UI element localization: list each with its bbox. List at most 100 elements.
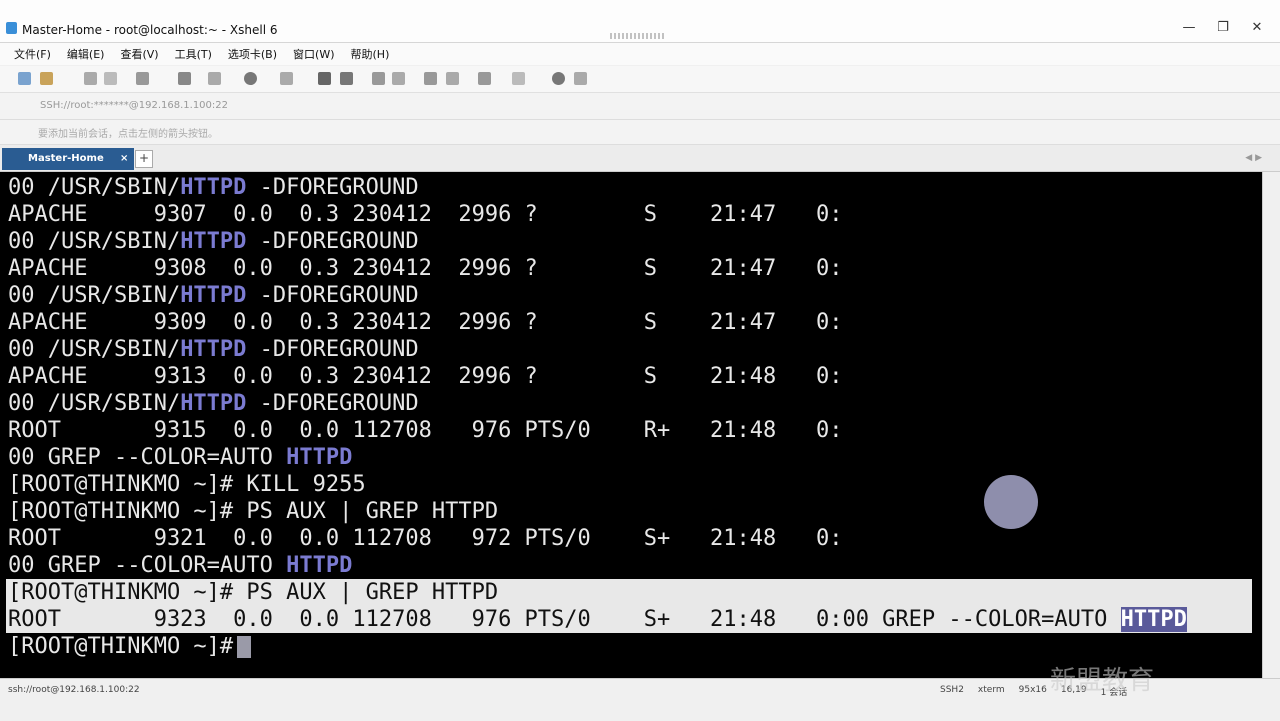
help-icon[interactable] (552, 72, 565, 85)
shell-prompt: [ROOT@THINKMO ~]# (8, 634, 234, 659)
transfer-icon[interactable] (340, 72, 353, 85)
tab-close-icon[interactable]: × (120, 153, 128, 164)
terminal-scrollbar[interactable] (1262, 172, 1280, 678)
tip-text: 要添加当前会话，点击左侧的箭头按钮。 (38, 129, 218, 140)
connect-icon[interactable] (84, 72, 97, 85)
font-icon[interactable] (280, 72, 293, 85)
xshell-app-icon (6, 22, 17, 34)
terminal-text: [ROOT@THINKMO ~]# PS AUX | GREP HTTPD (8, 580, 499, 605)
terminal-text: 00 /USR/SBIN/ (8, 283, 181, 308)
terminal-text: -DFOREGROUND (246, 391, 419, 416)
terminal-text: 00 GREP --COLOR=AUTO (8, 445, 287, 470)
terminal-output[interactable]: 00 /USR/SBIN/HTTPD -DFOREGROUND APACHE 93… (0, 172, 1262, 678)
terminal-text: [ROOT@THINKMO ~]# PS AUX | GREP HTTPD (8, 499, 499, 524)
lock-icon[interactable] (392, 72, 405, 85)
grep-match: HTTPD (180, 391, 247, 416)
tab-label: Master-Home (28, 153, 104, 164)
grep-match: HTTPD (180, 175, 247, 200)
terminal-line: ROOT 9321 0.0 0.0 112708 972 PTS/0 S+ 21… (8, 525, 842, 552)
terminal-prompt-line[interactable]: [ROOT@THINKMO ~]# (8, 633, 252, 660)
terminal-text: 00 /USR/SBIN/ (8, 175, 181, 200)
grep-match: HTTPD (180, 337, 247, 362)
grep-match: HTTPD (286, 553, 353, 578)
terminal-text: 00 /USR/SBIN/ (8, 391, 181, 416)
address-text[interactable]: SSH://root:*******@192.168.1.100:22 (40, 100, 228, 111)
terminal-text: 00 /USR/SBIN/ (8, 337, 181, 362)
terminal-text: APACHE 9308 0.0 0.3 230412 2996 ? S 21:4… (8, 256, 843, 281)
terminal-line: 00 /USR/SBIN/HTTPD -DFOREGROUND (8, 174, 419, 201)
status-size: 95x16 (1018, 685, 1047, 695)
chat-icon[interactable] (574, 72, 587, 85)
terminal-line: 00 /USR/SBIN/HTTPD -DFOREGROUND (8, 228, 419, 255)
new-session-icon[interactable] (18, 72, 31, 85)
terminal-text: [ROOT@THINKMO ~]# KILL 9255 (8, 472, 366, 497)
terminal-line: ROOT 9315 0.0 0.0 112708 976 PTS/0 R+ 21… (8, 417, 842, 444)
watermark-text: 新盟教育 (1050, 666, 1155, 696)
title-grip-handle[interactable] (610, 33, 664, 39)
terminal-line: 00 /USR/SBIN/HTTPD -DFOREGROUND (8, 282, 419, 309)
terminal-text: 00 /USR/SBIN/ (8, 229, 181, 254)
terminal-line: APACHE 9309 0.0 0.3 230412 2996 ? S 21:4… (8, 309, 842, 336)
menu-view[interactable]: 查看(V) (120, 46, 158, 62)
terminal-text: -DFOREGROUND (246, 175, 419, 200)
grep-match: HTTPD (180, 283, 247, 308)
window-controls: — ❐ ✕ (1172, 20, 1274, 35)
terminal-text: ROOT 9315 0.0 0.0 112708 976 PTS/0 R+ 21… (8, 418, 843, 443)
tab-bar: Master-Home × + ◀ ▶ (0, 145, 1280, 172)
globe-icon[interactable] (244, 72, 257, 85)
menu-file[interactable]: 文件(F) (14, 46, 51, 62)
terminal-line-selected: [ROOT@THINKMO ~]# PS AUX | GREP HTTPD (6, 579, 1252, 606)
script-icon[interactable] (446, 72, 459, 85)
disconnect-icon[interactable] (104, 72, 117, 85)
status-terminal-type: xterm (977, 685, 1005, 695)
terminal-line: [ROOT@THINKMO ~]# PS AUX | GREP HTTPD (8, 498, 498, 525)
fullscreen-icon[interactable] (372, 72, 385, 85)
terminal-line: 00 GREP --COLOR=AUTO HTTPD (8, 552, 352, 579)
terminal-cursor (237, 636, 252, 658)
grep-match: HTTPD (1120, 607, 1187, 632)
terminal-line: APACHE 9307 0.0 0.3 230412 2996 ? S 21:4… (8, 201, 842, 228)
terminal-text: APACHE 9307 0.0 0.3 230412 2996 ? S 21:4… (8, 202, 843, 227)
terminal-text: 00 GREP --COLOR=AUTO (8, 553, 287, 578)
tab-nav-arrows[interactable]: ◀ ▶ (1245, 153, 1262, 163)
layout-icon[interactable] (512, 72, 525, 85)
terminal-line-selected: ROOT 9323 0.0 0.0 112708 976 PTS/0 S+ 21… (6, 606, 1252, 633)
open-folder-icon[interactable] (40, 72, 53, 85)
title-bar: Master-Home - root@localhost:~ - Xshell … (0, 0, 1280, 43)
menu-tabs[interactable]: 选项卡(B) (228, 46, 277, 62)
tab-master-home[interactable]: Master-Home × (2, 148, 134, 170)
terminal-text: -DFOREGROUND (246, 283, 419, 308)
terminal-text: ROOT 9323 0.0 0.0 112708 976 PTS/0 S+ 21… (8, 607, 1121, 632)
keyboard-icon[interactable] (424, 72, 437, 85)
terminal-line: 00 /USR/SBIN/HTTPD -DFOREGROUND (8, 390, 419, 417)
close-button[interactable]: ✕ (1240, 20, 1274, 35)
compose-icon[interactable] (478, 72, 491, 85)
menu-window[interactable]: 窗口(W) (293, 46, 334, 62)
copy-icon[interactable] (136, 72, 149, 85)
terminal-text: -DFOREGROUND (246, 229, 419, 254)
terminal-line: APACHE 9308 0.0 0.3 230412 2996 ? S 21:4… (8, 255, 842, 282)
terminal-line: [ROOT@THINKMO ~]# KILL 9255 (8, 471, 366, 498)
click-indicator (984, 475, 1038, 529)
terminal-line: 00 GREP --COLOR=AUTO HTTPD (8, 444, 352, 471)
toolbar (0, 66, 1280, 93)
search-icon[interactable] (178, 72, 191, 85)
menu-bar: 文件(F) 编辑(E) 查看(V) 工具(T) 选项卡(B) 窗口(W) 帮助(… (0, 43, 1280, 65)
address-bar[interactable]: SSH://root:*******@192.168.1.100:22 (0, 93, 1280, 120)
terminal-text: -DFOREGROUND (246, 337, 419, 362)
xftp-icon[interactable] (318, 72, 331, 85)
menu-edit[interactable]: 编辑(E) (67, 46, 105, 62)
terminal-line: APACHE 9313 0.0 0.3 230412 2996 ? S 21:4… (8, 363, 842, 390)
terminal-text: ROOT 9321 0.0 0.0 112708 972 PTS/0 S+ 21… (8, 526, 843, 551)
terminal-text: APACHE 9309 0.0 0.3 230412 2996 ? S 21:4… (8, 310, 843, 335)
maximize-button[interactable]: ❐ (1206, 20, 1240, 35)
terminal-line: 00 /USR/SBIN/HTTPD -DFOREGROUND (8, 336, 419, 363)
menu-help[interactable]: 帮助(H) (351, 46, 390, 62)
menu-tools[interactable]: 工具(T) (175, 46, 212, 62)
minimize-button[interactable]: — (1172, 20, 1206, 35)
grep-match: HTTPD (180, 229, 247, 254)
status-protocol: SSH2 (940, 685, 964, 695)
add-tab-button[interactable]: + (135, 150, 153, 168)
color-scheme-icon[interactable] (208, 72, 221, 85)
tip-bar: 要添加当前会话，点击左侧的箭头按钮。 (0, 120, 1280, 145)
